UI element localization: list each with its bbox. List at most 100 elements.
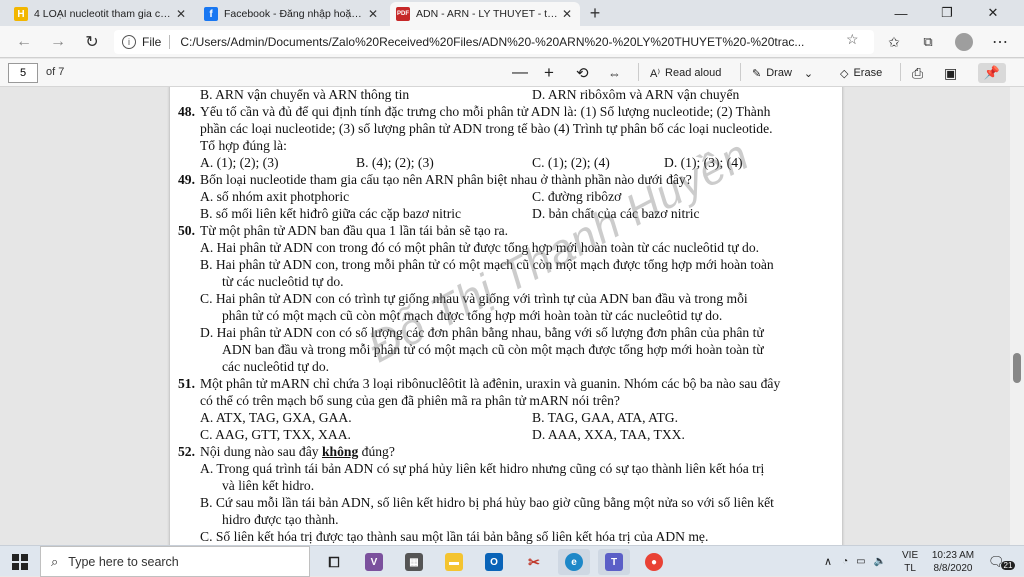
snipping-tool-icon[interactable]: ✂ xyxy=(518,549,550,575)
question-number: 49. xyxy=(178,172,195,187)
address-field[interactable]: i File C:/Users/Admin/Documents/Zalo%20R… xyxy=(114,30,874,54)
collections-icon[interactable]: ⧉ xyxy=(916,31,940,53)
language-indicator[interactable]: VIE TL xyxy=(902,546,918,577)
option-text: và liên kết hidro. xyxy=(222,478,315,493)
question-number: 48. xyxy=(178,104,195,119)
fit-page-icon[interactable]: ⇔ xyxy=(608,63,621,83)
option-text: từ các nucleôtid tự do. xyxy=(222,274,344,289)
close-icon[interactable]: ✕ xyxy=(366,7,380,21)
question-text: Từ một phân tử ADN ban đầu qua 1 lần tái… xyxy=(200,223,509,238)
chevron-up-icon[interactable]: ∧ xyxy=(824,555,832,568)
calculator-icon[interactable]: ▦ xyxy=(398,549,430,575)
forward-button[interactable]: → xyxy=(46,31,70,53)
system-tray: ∧ ◔ ▭ 🔈 xyxy=(824,546,896,577)
draw-button[interactable]: ✎ Draw ⌄ xyxy=(752,63,813,83)
windows-start-icon[interactable] xyxy=(0,546,40,577)
language-code: VIE xyxy=(902,549,919,561)
chevron-down-icon[interactable]: ⌄ xyxy=(804,67,813,80)
page-number-input[interactable]: 5 xyxy=(8,63,38,83)
option-text: các nucleôtid tự do. xyxy=(222,359,330,374)
tab-nucleotit[interactable]: H 4 LOẠI nucleotit tham gia cấu tạo ✕ xyxy=(8,2,194,26)
pdf-toolbar: 5 of 7 — + ⟲ ⇔ A⁾ Read aloud ✎ Draw ⌄ ◇ Eras… xyxy=(0,59,1024,87)
option-text: A. Trong quá trình tái bản ADN có sự phá… xyxy=(200,461,765,476)
file-explorer-icon[interactable]: ▬ xyxy=(438,549,470,575)
read-aloud-icon: A⁾ xyxy=(650,67,661,80)
search-icon: ⌕ xyxy=(51,553,59,569)
favorites-icon[interactable]: ✩ xyxy=(882,31,906,53)
erase-button[interactable]: ◇ Erase xyxy=(840,63,882,83)
divider xyxy=(169,35,171,49)
option-text: A. số nhóm axit photphoric xyxy=(200,189,350,204)
question-number: 51. xyxy=(178,376,195,391)
scheme-label: File xyxy=(142,35,162,49)
network-icon[interactable]: ◔ xyxy=(842,556,848,567)
option-text: A. (1); (2); (3) xyxy=(200,155,279,170)
option-text: B. TAG, GAA, ATA, ATG. xyxy=(532,410,678,425)
tab-title: 4 LOẠI nucleotit tham gia cấu tạo xyxy=(34,8,174,20)
divider xyxy=(740,63,741,81)
volume-icon[interactable]: 🔈 xyxy=(874,556,886,567)
option-text: A. Hai phân tử ADN con trong đó có một p… xyxy=(200,240,760,255)
keyboard-layout: TL xyxy=(904,562,916,574)
save-icon[interactable]: ▣ xyxy=(944,63,957,83)
divider xyxy=(638,63,639,81)
new-tab-button[interactable]: + xyxy=(584,3,606,24)
option-text: B. (4); (2); (3) xyxy=(356,155,434,170)
emphasis-text: không xyxy=(321,444,359,459)
scrollbar-thumb[interactable] xyxy=(1013,353,1021,383)
edge-icon[interactable]: e xyxy=(558,549,590,575)
option-text: B. ARN vận chuyển và ARN thông tin xyxy=(200,87,410,102)
taskbar-search-input[interactable]: ⌕ Type here to search xyxy=(40,546,310,577)
read-aloud-button[interactable]: A⁾ Read aloud xyxy=(650,63,721,83)
favorite-star-icon[interactable]: ☆ xyxy=(846,31,859,48)
pdf-icon: PDF xyxy=(396,7,410,21)
restore-button[interactable]: ❐ xyxy=(924,0,970,26)
tab-facebook[interactable]: f Facebook - Đăng nhập hoặc đăng ✕ xyxy=(198,2,386,26)
option-text: A. ATX, TAG, GXA, GAA. xyxy=(200,410,352,425)
close-icon[interactable]: ✕ xyxy=(560,7,574,21)
minimize-button[interactable]: — xyxy=(878,0,924,26)
battery-icon[interactable]: ▭ xyxy=(856,556,865,567)
pin-toolbar-icon[interactable]: 📌 xyxy=(978,63,1006,83)
page-count: of 7 xyxy=(46,66,65,78)
notifications-icon[interactable]: 🗨 21 xyxy=(988,546,1016,577)
close-icon[interactable]: ✕ xyxy=(174,7,188,21)
option-text: B. Cứ sau mỗi lần tái bản ADN, số liên k… xyxy=(200,495,774,510)
erase-label: Erase xyxy=(853,67,883,79)
pdf-viewer[interactable]: B. ARN vận chuyển và ARN thông tin D. AR… xyxy=(0,87,1024,545)
info-icon[interactable]: i xyxy=(122,35,136,49)
question-text: Một phân tử mARN chỉ chứa 3 loại ribônuc… xyxy=(200,376,781,391)
vertical-scrollbar[interactable] xyxy=(1010,87,1024,545)
clock-date: 8/8/2020 xyxy=(933,562,973,574)
option-text: ADN ban đầu và trong mỗi phân tử có một … xyxy=(222,342,764,357)
tab-adn-pdf[interactable]: PDF ADN - ARN - LY THUYET - trac n ✕ xyxy=(390,2,580,26)
task-view-icon[interactable]: ⧠ xyxy=(318,549,350,575)
option-text: D. ARN ribôxôm và ARN vận chuyển xyxy=(532,87,740,102)
option-text: D. Hai phân tử ADN con có số lượng các đ… xyxy=(200,325,764,340)
teams-icon[interactable]: T xyxy=(598,549,630,575)
settings-more-icon[interactable]: ⋯ xyxy=(988,31,1012,53)
question-text: có thể có trên mạch bổ sung của gen đã p… xyxy=(200,393,620,408)
option-text: C. Số liên kết hóa trị được tạo thành sa… xyxy=(200,529,709,544)
zoom-out-icon[interactable]: — xyxy=(512,63,528,83)
back-button[interactable]: ← xyxy=(12,31,36,53)
chrome-icon[interactable]: ● xyxy=(638,549,670,575)
close-window-button[interactable]: ✕ xyxy=(970,0,1016,26)
rotate-icon[interactable]: ⟲ xyxy=(576,63,589,83)
question-text: Nội dung nào sau đây không đúng? xyxy=(200,444,395,460)
option-text: C. AAG, GTT, TXX, XAA. xyxy=(200,427,351,442)
zoom-in-icon[interactable]: + xyxy=(544,63,554,83)
profile-avatar[interactable] xyxy=(952,31,976,53)
search-placeholder: Type here to search xyxy=(68,554,179,569)
viber-icon[interactable]: V xyxy=(358,549,390,575)
clock[interactable]: 10:23 AM 8/8/2020 xyxy=(930,546,976,577)
pdf-page: B. ARN vận chuyển và ARN thông tin D. AR… xyxy=(170,87,842,545)
question-text-part: Nội dung nào sau đây xyxy=(200,444,319,459)
draw-pen-icon: ✎ xyxy=(752,67,762,80)
read-aloud-label: Read aloud xyxy=(665,67,722,79)
print-icon[interactable]: ⎙ xyxy=(912,63,923,83)
outlook-icon[interactable]: O xyxy=(478,549,510,575)
question-text: phần các loại nucleotide; (3) số lượng p… xyxy=(200,121,773,136)
option-text: C. (1); (2); (4) xyxy=(532,155,610,170)
refresh-button[interactable]: ↻ xyxy=(80,31,104,53)
